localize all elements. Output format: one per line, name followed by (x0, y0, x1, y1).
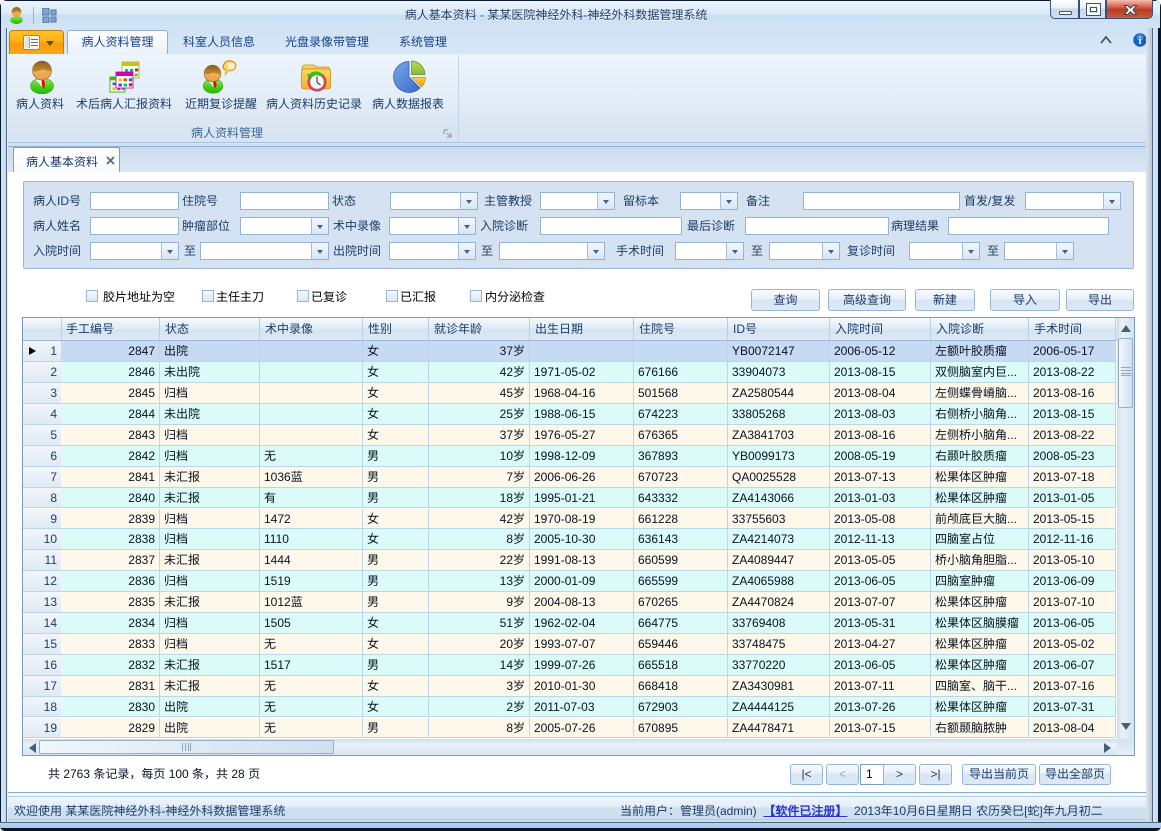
svg-text:i: i (1139, 36, 1142, 47)
